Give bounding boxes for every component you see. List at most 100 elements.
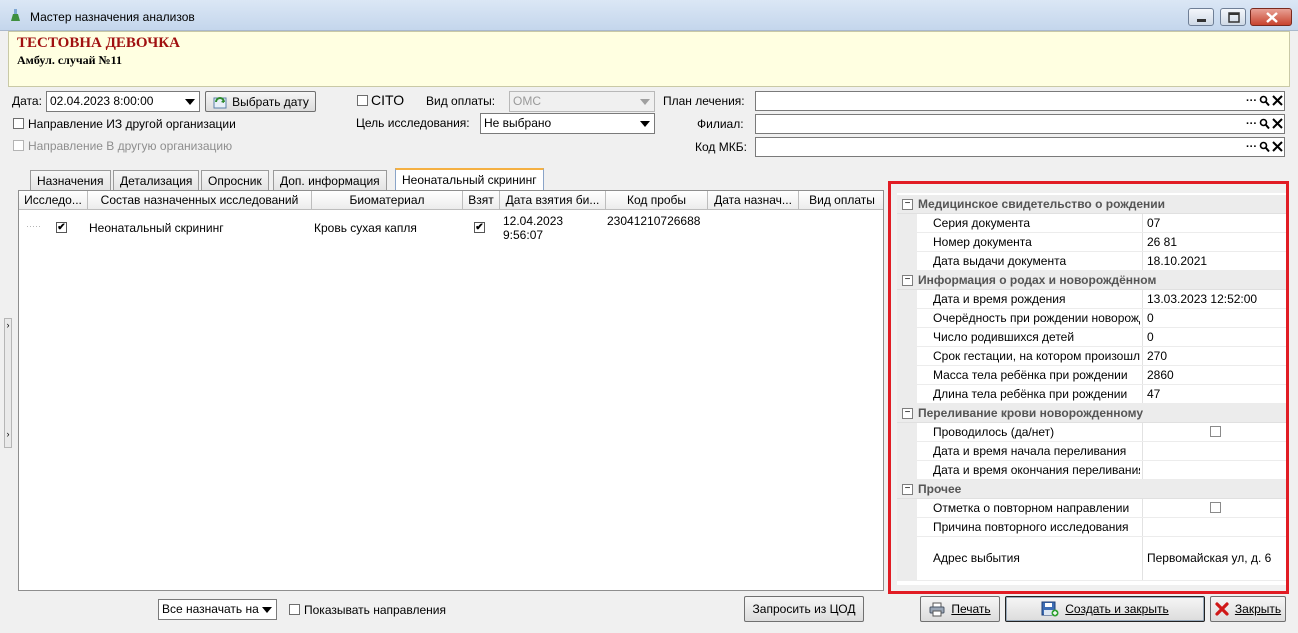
date-picker[interactable]: 02.04.2023 8:00:00 [46,91,200,112]
clear-icon[interactable] [1272,118,1283,130]
minimize-button[interactable] [1188,8,1214,26]
search-icon[interactable] [1259,95,1270,107]
branch-lookup-field[interactable]: ··· [755,114,1285,134]
close-button[interactable]: Закрыть [1210,596,1286,622]
collapse-icon[interactable]: − [902,199,913,210]
collapse-icon[interactable]: − [902,408,913,419]
assignments-grid[interactable]: Исследо... Состав назначенных исследован… [18,190,884,591]
request-from-cod-button[interactable]: Запросить из ЦОД [744,596,864,622]
property-row[interactable]: Дата выдачи документа 18.10.2021 [897,252,1286,271]
row-gutter [897,423,917,441]
property-category[interactable]: − Медицинское свидетельство о рождении [897,195,1286,214]
property-category[interactable]: − Прочее [897,480,1286,499]
taken-checkbox[interactable]: ✔ [474,222,485,233]
col-biomaterial[interactable]: Биоматериал [312,191,463,210]
ellipsis-icon[interactable]: ··· [1246,140,1257,154]
choose-date-button[interactable]: Выбрать дату [205,91,316,112]
property-value[interactable]: 47 [1147,387,1160,401]
property-row[interactable]: Длина тела ребёнка при рождении 47 [897,385,1286,404]
study-checkbox[interactable]: ✔ [56,222,67,233]
col-collection-date[interactable]: Дата взятия би... [500,191,606,210]
dropdown-arrow-icon [262,607,272,613]
ellipsis-icon[interactable]: ··· [1246,94,1257,108]
property-checkbox[interactable] [1210,426,1221,437]
col-taken[interactable]: Взят [463,191,500,210]
col-composition[interactable]: Состав назначенных исследований [88,191,312,210]
column-separator [1142,347,1143,365]
collapse-icon[interactable]: − [902,484,913,495]
property-value[interactable]: 26 81 [1147,235,1177,249]
collapse-icon[interactable]: − [902,275,913,286]
property-row[interactable]: Номер документа 26 81 [897,233,1286,252]
property-value[interactable]: 18.10.2021 [1147,254,1207,268]
cito-checkbox[interactable] [357,95,368,106]
property-value[interactable]: 07 [1147,216,1160,230]
property-value[interactable]: 13.03.2023 12:52:00 [1147,292,1257,306]
row-gutter [897,328,917,346]
window-close-button[interactable] [1250,8,1292,26]
property-row[interactable]: Адрес выбытия Первомайская ул, д. 6 [897,537,1286,581]
print-button[interactable]: Печать [920,596,1000,622]
property-row[interactable]: Проводилось (да/нет) [897,423,1286,442]
left-splitter[interactable]: › › [4,318,12,448]
property-category[interactable]: − Информация о родах и новорождённом [897,271,1286,290]
mkb-lookup-field[interactable]: ··· [755,137,1285,157]
tab-additional-info[interactable]: Доп. информация [273,170,387,190]
property-category[interactable]: − Переливание крови новорожденному [897,404,1286,423]
clear-icon[interactable] [1272,95,1283,107]
property-value[interactable]: 0 [1147,330,1154,344]
tab-neonatal-screening[interactable]: Неонатальный скрининг [395,168,544,190]
print-label: Печать [951,602,991,616]
column-separator [1142,309,1143,327]
row-gutter [897,518,917,536]
property-value[interactable]: Первомайская ул, д. 6 [1147,551,1271,565]
col-study[interactable]: Исследо... [19,191,88,210]
chevron-right-icon: › [6,429,10,439]
col-sample-code[interactable]: Код пробы [606,191,708,210]
row-gutter [897,290,917,308]
property-row[interactable]: Причина повторного исследования [897,518,1286,537]
property-value[interactable]: 270 [1147,349,1167,363]
property-name: Масса тела ребёнка при рождении [933,368,1128,382]
assign-all-select[interactable]: Все назначать на [158,599,277,620]
property-row[interactable]: Срок гестации, на котором произошли роды… [897,347,1286,366]
col-payment[interactable]: Вид оплаты [799,191,885,210]
property-row[interactable]: Очерёдность при рождении новорожденного 0 [897,309,1286,328]
request-from-cod-label: Запросить из ЦОД [752,602,856,616]
property-row[interactable]: Дата и время начала переливания [897,442,1286,461]
property-value[interactable]: 2860 [1147,368,1174,382]
column-separator [1142,499,1143,517]
property-name: Серия документа [933,216,1031,230]
property-row[interactable]: Дата и время окончания переливания [897,461,1286,480]
property-row[interactable]: Число родившихся детей 0 [897,328,1286,347]
property-row[interactable]: Серия документа 07 [897,214,1286,233]
col-assign-date[interactable]: Дата назнач... [708,191,799,210]
direction-to-checkbox[interactable] [13,140,24,151]
direction-from-checkbox[interactable] [13,118,24,129]
payment-select[interactable]: ОМС [509,91,655,112]
window-titlebar: Мастер назначения анализов [0,0,1298,31]
patient-header: ТЕСТОВНА ДЕВОЧКА Амбул. случай №11 [8,31,1290,87]
cito-label: CITO [371,92,405,108]
clear-icon[interactable] [1272,141,1283,153]
tab-assignments[interactable]: Назначения [30,170,111,190]
show-directions-checkbox[interactable] [289,604,300,615]
category-title: Медицинское свидетельство о рождении [918,197,1166,211]
plan-lookup-field[interactable]: ··· [755,91,1285,111]
tab-details[interactable]: Детализация [113,170,200,190]
property-row[interactable]: Масса тела ребёнка при рождении 2860 [897,366,1286,385]
search-icon[interactable] [1259,141,1270,153]
property-row[interactable]: Отметка о повторном направлении [897,499,1286,518]
purpose-select[interactable]: Не выбрано [480,113,655,134]
maximize-button[interactable] [1220,8,1246,26]
property-row[interactable]: Дата и время рождения 13.03.2023 12:52:00 [897,290,1286,309]
neonatal-property-grid[interactable]: − Медицинское свидетельство о рождении Сер… [897,193,1286,585]
tab-questionnaire[interactable]: Опросник [201,170,269,190]
patient-name: ТЕСТОВНА ДЕВОЧКА [17,35,180,51]
ellipsis-icon[interactable]: ··· [1246,117,1257,131]
property-checkbox[interactable] [1210,502,1221,513]
cell-sample-code: 23041210726688 [607,214,701,228]
create-and-close-button[interactable]: Создать и закрыть [1005,596,1205,622]
property-value[interactable]: 0 [1147,311,1154,325]
search-icon[interactable] [1259,118,1270,130]
